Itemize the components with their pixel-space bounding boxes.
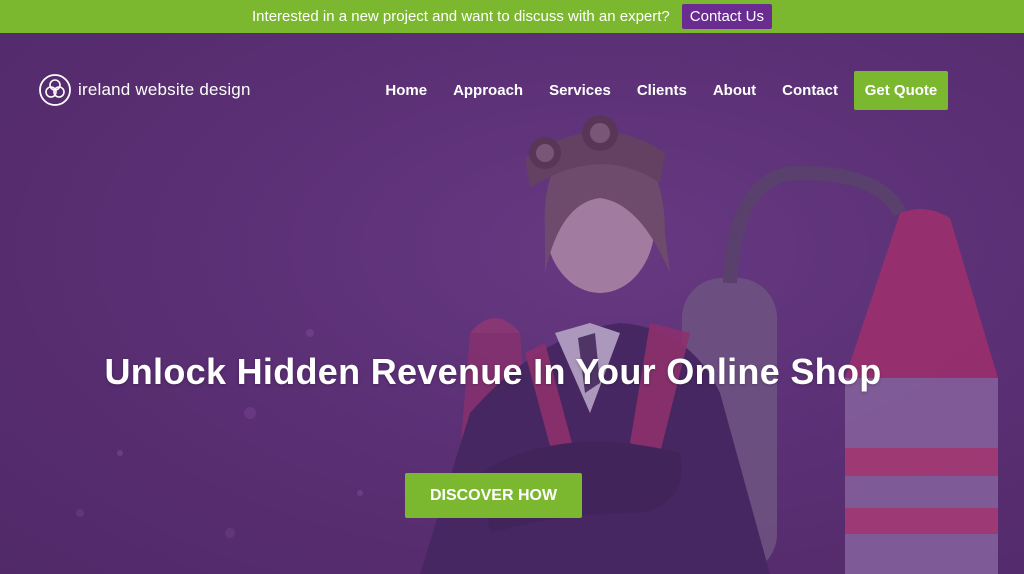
nav-clients[interactable]: Clients	[624, 82, 700, 99]
logo-icon	[39, 74, 71, 106]
nav-about[interactable]: About	[700, 82, 769, 99]
nav-contact[interactable]: Contact	[769, 82, 851, 99]
announcement-bar: Interested in a new project and want to …	[0, 0, 1024, 33]
hero-section: ireland website design Home Approach Ser…	[0, 33, 1024, 574]
logo-text: ireland website design	[78, 80, 251, 99]
nav-services[interactable]: Services	[536, 82, 624, 99]
get-quote-button[interactable]: Get Quote	[854, 71, 948, 110]
main-nav: Home Approach Services Clients About Con…	[372, 71, 948, 110]
discover-how-button[interactable]: DISCOVER HOW	[405, 473, 582, 518]
nav-home[interactable]: Home	[372, 82, 440, 99]
hero-headline: Unlock Hidden Revenue In Your Online Sho…	[104, 351, 882, 392]
contact-us-button[interactable]: Contact Us	[681, 4, 772, 29]
announcement-text: Interested in a new project and want to …	[252, 8, 670, 25]
logo[interactable]: ireland website design	[38, 73, 251, 107]
nav-approach[interactable]: Approach	[440, 82, 536, 99]
